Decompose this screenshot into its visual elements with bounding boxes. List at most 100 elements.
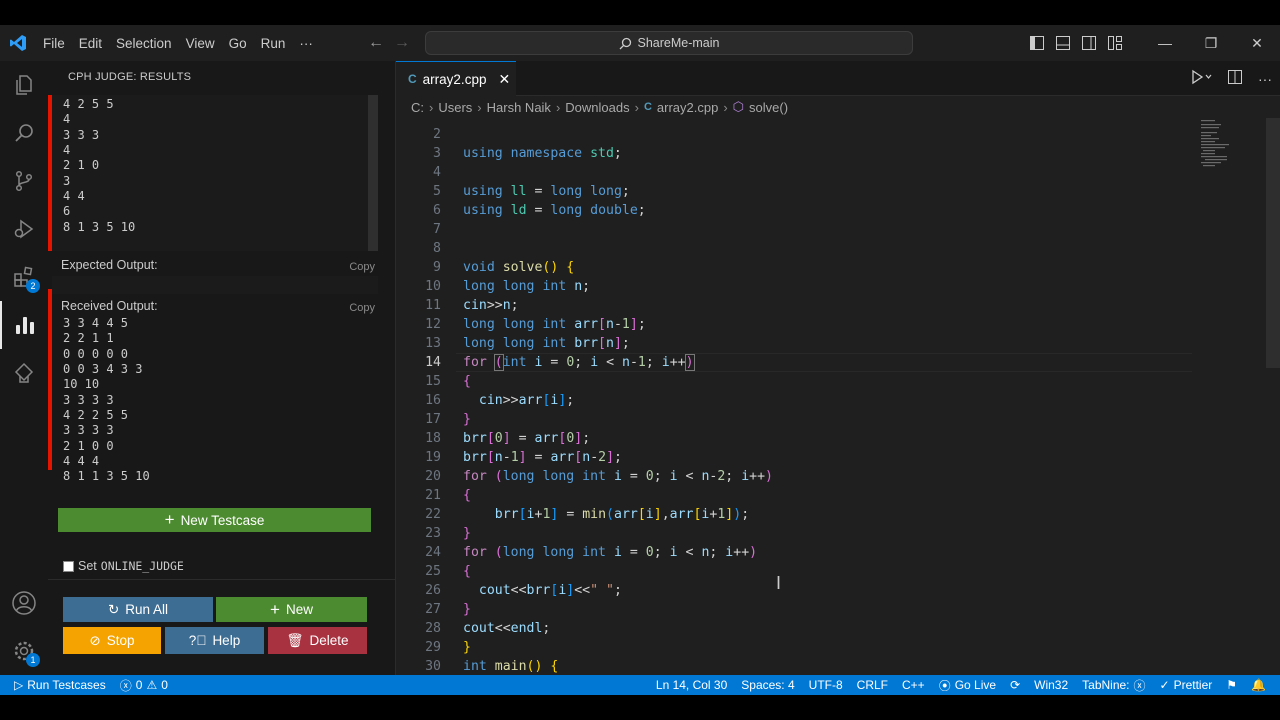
menu-run[interactable]: Run [254,36,293,51]
toggle-secondary-sidebar-icon[interactable] [1076,25,1102,61]
account-icon[interactable] [0,579,48,627]
cph-judge-icon[interactable] [0,301,48,349]
code-line[interactable]: 22 brr[i+1] = min(arr[i],arr[i+1]); [396,505,1196,524]
code-line[interactable]: 5 using ll = long long; [396,182,1196,201]
split-editor-icon[interactable] [1228,70,1242,87]
restore-icon[interactable]: ❐ [1188,25,1234,61]
new-button[interactable]: + New [216,597,367,622]
more-icon[interactable]: ··· [1258,71,1272,87]
indentation[interactable]: Spaces: 4 [734,678,801,692]
cursor-position[interactable]: Ln 14, Col 30 [649,678,734,692]
menu-view[interactable]: View [179,36,222,51]
back-arrow-icon[interactable]: ← [368,34,384,52]
toggle-primary-sidebar-icon[interactable] [1024,25,1050,61]
copy-received-button[interactable]: Copy [349,302,375,314]
expected-output-label: Expected Output: [61,258,158,272]
close-icon[interactable]: ✕ [498,71,510,88]
close-window-icon[interactable]: ✕ [1234,25,1280,61]
settings-gear-icon[interactable]: 1 [0,627,48,675]
code-line[interactable]: 13 long long int brr[n]; [396,334,1196,353]
customize-layout-icon[interactable] [1102,25,1128,61]
tab-array2-cpp[interactable]: C array2.cpp ✕ [396,61,516,96]
code-line[interactable]: 28 cout<<endl; [396,619,1196,638]
code-line[interactable]: 7 [396,220,1196,239]
scrollbar-thumb[interactable] [1266,118,1280,368]
minimap[interactable] [1201,118,1261,178]
explorer-icon[interactable] [0,61,48,109]
code-editor[interactable]: 2 3 using namespace std; 4 5 using ll = long … [396,118,1280,675]
code-line[interactable]: 6 using ld = long double; [396,201,1196,220]
code-line[interactable]: 29} [396,638,1196,657]
line-ending[interactable]: CRLF [850,678,895,692]
editor-scrollbar[interactable] [1266,118,1280,675]
code-line[interactable]: 24 for (long long int i = 0; i < n; i++) [396,543,1196,562]
code-line[interactable]: 2 [396,125,1196,144]
sync-icon[interactable]: ⟳ [1003,678,1027,692]
new-testcase-button[interactable]: + New Testcase [58,508,371,532]
code-line[interactable]: 8 [396,239,1196,258]
code-line[interactable]: 18 brr[0] = arr[0]; [396,429,1196,448]
delete-button[interactable]: 🗑 Delete [268,627,367,654]
help-button[interactable]: ?⃝ Help [165,627,264,654]
code-line[interactable]: 27} [396,600,1196,619]
extensions-icon[interactable]: 2 [0,253,48,301]
menu-go[interactable]: Go [222,36,254,51]
code-line[interactable]: 21 { [396,486,1196,505]
stop-button[interactable]: ⊘ Stop [63,627,161,654]
code-line[interactable]: 19 brr[n-1] = arr[n-2]; [396,448,1196,467]
code-line[interactable]: 4 [396,163,1196,182]
code-line[interactable]: 25 { [396,562,1196,581]
line-source: cout<<brr[i]<<" "; [478,583,622,598]
menu-edit[interactable]: Edit [72,36,109,51]
code-line[interactable]: 16 cin>>arr[i]; [396,391,1196,410]
menu-more[interactable]: ··· [292,36,320,51]
source-control-icon[interactable] [0,157,48,205]
set-label: Set [78,559,97,573]
code-line[interactable]: 15 { [396,372,1196,391]
code-line[interactable]: 20 for (long long int i = 0; i < n-2; i++… [396,467,1196,486]
copy-expected-button[interactable]: Copy [349,261,375,273]
notifications-icon[interactable]: 🔔 [1244,678,1280,692]
run-testcases-item[interactable]: ▷ Run Testcases [0,678,113,692]
code-line[interactable]: 30 int main() { [396,657,1196,675]
code-line[interactable]: 10 long long int n; [396,277,1196,296]
go-live-item[interactable]: ⦿ Go Live [932,677,1003,694]
run-all-button[interactable]: ↻ Run All [63,597,213,622]
forward-arrow-icon[interactable]: → [394,34,410,52]
minimize-icon[interactable]: — [1142,25,1188,61]
encoding[interactable]: UTF-8 [802,678,850,692]
menu-selection[interactable]: Selection [109,36,179,51]
checkbox-box[interactable] [63,560,74,572]
expected-output-box[interactable] [52,276,378,294]
code-line[interactable]: 17} [396,410,1196,429]
breadcrumb-item[interactable]: array2.cpp [657,100,718,115]
run-debug-icon[interactable] [0,205,48,253]
menu-file[interactable]: File [36,36,72,51]
remote-explorer-icon[interactable] [0,349,48,397]
run-icon[interactable] [1190,69,1212,88]
language-mode[interactable]: C++ [895,678,932,692]
tabnine-item[interactable]: TabNine: ⓧ [1075,677,1152,694]
prettier-item[interactable]: ✓ Prettier [1153,678,1220,692]
line-number: 12 [425,317,441,332]
code-line[interactable]: 9 void solve() { [396,258,1196,277]
online-judge-checkbox[interactable]: Set ONLINE_JUDGE [63,559,184,573]
code-line[interactable]: 12 long long int arr[n-1]; [396,315,1196,334]
breadcrumb-item[interactable]: solve() [749,100,788,115]
code-line[interactable]: 14 for (int i = 0; i < n-1; i++) [396,353,1196,372]
command-center[interactable]: ShareMe-main [425,31,913,55]
feedback-icon[interactable]: ⚑ [1219,678,1244,692]
breadcrumb-item[interactable]: Users [438,100,472,115]
breadcrumb-item[interactable]: C: [411,100,424,115]
code-line[interactable]: 23} [396,524,1196,543]
toggle-panel-icon[interactable] [1050,25,1076,61]
code-line[interactable]: 3 using namespace std; [396,144,1196,163]
platform[interactable]: Win32 [1027,678,1075,692]
sidebar-scrollbar[interactable] [368,95,378,251]
code-line[interactable]: 26 cout<<brr[i]<<" "; [396,581,1196,600]
code-line[interactable]: 11 cin>>n; [396,296,1196,315]
search-icon[interactable] [0,109,48,157]
breadcrumb-item[interactable]: Downloads [565,100,629,115]
breadcrumb-item[interactable]: Harsh Naik [487,100,551,115]
problems-item[interactable]: ⓧ 0 ⚠ 0 [113,677,175,694]
